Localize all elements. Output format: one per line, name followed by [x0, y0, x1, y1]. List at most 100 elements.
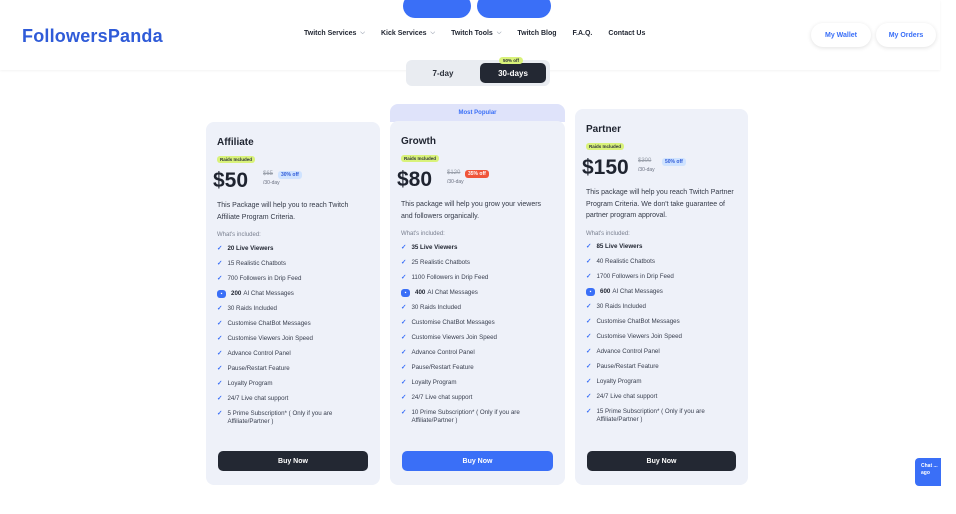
feature-text: 24/7 Live chat support — [596, 393, 658, 400]
check-icon: ✓ — [217, 409, 223, 417]
feature-item: ✓ Customise ChatBot Messages — [586, 315, 737, 330]
discount-badge: 35% off — [465, 170, 489, 178]
feature-item: ✓ Customise Viewers Join Speed — [217, 331, 369, 346]
toggle-7-day[interactable]: 7-day — [410, 63, 476, 83]
check-icon: ✓ — [401, 273, 407, 281]
feature-text: Customise Viewers Join Speed — [596, 333, 682, 340]
check-icon: ✓ — [401, 303, 407, 311]
my-orders-button[interactable]: My Orders — [876, 23, 936, 47]
feature-item: ✓ Loyalty Program — [401, 375, 554, 390]
feature-text: 30 Raids Included — [411, 303, 461, 311]
top-banner-button[interactable] — [403, 0, 471, 18]
feature-item: ✓ Advance Control Panel — [586, 345, 737, 360]
feature-item: ✓ 1100 Followers in Drip Feed — [401, 270, 554, 285]
feature-item: ✓ 700 Followers in Drip Feed — [217, 271, 369, 286]
toggle-30-days[interactable]: 30-days — [480, 63, 546, 83]
plan-price: $150 — [582, 156, 629, 179]
feature-text: 20 Live Viewers — [227, 244, 274, 252]
check-icon: ✓ — [401, 348, 407, 356]
chat-widget[interactable]: Chat ... ago — [915, 458, 941, 486]
feature-item: ✓ 35 Live Viewers — [401, 240, 554, 255]
whats-included-label: What's included: — [217, 232, 261, 238]
feature-text: 85 Live Viewers — [596, 243, 643, 250]
check-icon: ✓ — [401, 318, 407, 326]
top-banner-button[interactable] — [477, 0, 551, 18]
feature-item: ✓ Customise ChatBot Messages — [401, 315, 554, 330]
check-icon: ✓ — [586, 243, 592, 250]
plan-card-partner: Partner Raids Included $150 $300 50% off/30-… — [575, 109, 748, 485]
feature-item: ✓ Loyalty Program — [586, 375, 737, 390]
nav-faq[interactable]: F.A.Q. — [573, 30, 593, 37]
my-wallet-button[interactable]: My Wallet — [811, 23, 871, 47]
old-price: $65 — [263, 171, 274, 177]
nav-kick-services[interactable]: Kick Services ⌵ — [381, 30, 435, 37]
check-icon: ✓ — [401, 243, 407, 251]
feature-item: ✓ 85 Live Viewers — [586, 240, 737, 255]
raids-included-tag: Raids Included — [217, 156, 256, 163]
discount-badge: 50% off — [499, 57, 524, 64]
feature-text: 30 Raids Included — [227, 304, 277, 312]
plan-name: Partner — [586, 124, 622, 135]
feature-text: Customise ChatBot Messages — [227, 319, 311, 327]
nav-twitch-tools[interactable]: Twitch Tools ⌵ — [451, 30, 501, 37]
plan-price: $80 — [397, 168, 433, 191]
feature-text: 15 Realistic Chatbots — [227, 259, 286, 267]
check-icon: ✓ — [217, 394, 223, 402]
check-icon: ✓ — [401, 408, 407, 416]
raids-included-tag: Raids Included — [586, 143, 625, 150]
feature-item: ✓ Customise Viewers Join Speed — [401, 330, 554, 345]
check-icon: ✓ — [217, 364, 223, 372]
feature-text: Loyalty Program — [596, 378, 642, 385]
old-price: $300 — [638, 158, 652, 164]
feature-text: Advance Control Panel — [227, 349, 291, 357]
plan-description: This package will help you grow your vie… — [401, 201, 542, 220]
page: FollowersPanda Twitch Services ⌵ Kick Ser… — [0, 0, 956, 514]
nav-twitch-blog[interactable]: Twitch Blog — [517, 30, 556, 37]
check-icon: ✓ — [586, 318, 592, 325]
check-icon: ✓ — [586, 303, 592, 310]
whats-included-label: What's included: — [401, 231, 445, 237]
plan-price: $50 — [213, 169, 249, 192]
feature-text: 15 Prime Subscription* ( Only if you are… — [596, 408, 705, 423]
buy-now-button[interactable]: Buy Now — [402, 451, 553, 471]
check-icon: ✓ — [586, 378, 592, 385]
feature-item: ✓ 5 Prime Subscription* ( Only if you are… — [217, 406, 369, 429]
check-icon: ✓ — [586, 408, 592, 415]
feature-text: 600 AI Chat Messages — [600, 288, 663, 295]
feature-item: ✓ Pause/Restart Feature — [586, 360, 737, 375]
feature-item: ✓ 30 Raids Included — [401, 300, 554, 315]
plan-name: Growth — [401, 136, 436, 147]
buy-now-button[interactable]: Buy Now — [218, 451, 368, 471]
feature-text: Customise Viewers Join Speed — [227, 334, 313, 342]
feature-text: Pause/Restart Feature — [227, 364, 290, 372]
feature-item: ✓ 15 Prime Subscription* ( Only if you ar… — [586, 405, 737, 428]
discount-badge: 50% off — [662, 158, 686, 166]
check-icon: ✓ — [217, 304, 223, 312]
buy-now-button[interactable]: Buy Now — [587, 451, 736, 471]
feature-text: 400 AI Chat Messages — [415, 288, 478, 296]
check-icon: ✓ — [586, 258, 592, 265]
billing-period-toggle: 7-day 30-days — [406, 60, 550, 86]
feature-text: Customise Viewers Join Speed — [411, 333, 497, 341]
check-icon: ✓ — [401, 393, 407, 401]
nav-twitch-services[interactable]: Twitch Services ⌵ — [304, 30, 365, 37]
feature-text: 30 Raids Included — [596, 303, 646, 310]
main-nav: Twitch Services ⌵ Kick Services ⌵ Twitch T… — [304, 30, 661, 37]
feature-item: ✓ 40 Realistic Chatbots — [586, 255, 737, 270]
check-icon: ✓ — [586, 393, 592, 400]
feature-text: Advance Control Panel — [596, 348, 660, 355]
price-period: /30-day — [447, 179, 464, 185]
feature-text: 25 Realistic Chatbots — [411, 258, 470, 266]
feature-text: 1700 Followers in Drip Feed — [596, 273, 674, 280]
feature-item: ✓ 20 Live Viewers — [217, 241, 369, 256]
nav-contact-us[interactable]: Contact Us — [608, 30, 645, 37]
check-icon: ✓ — [401, 258, 407, 266]
plan-name: Affiliate — [217, 137, 254, 148]
feature-text: 200 AI Chat Messages — [231, 289, 294, 297]
feature-list: ✓ 85 Live Viewers ✓ 40 Realistic Chatbots ✓ 1… — [586, 240, 737, 428]
feature-item: ✓ 30 Raids Included — [217, 301, 369, 316]
feature-text: 1100 Followers in Drip Feed — [411, 273, 489, 281]
feature-text: 40 Realistic Chatbots — [596, 258, 655, 265]
logo[interactable]: FollowersPanda — [22, 26, 163, 47]
feature-item: ✓ 25 Realistic Chatbots — [401, 255, 554, 270]
